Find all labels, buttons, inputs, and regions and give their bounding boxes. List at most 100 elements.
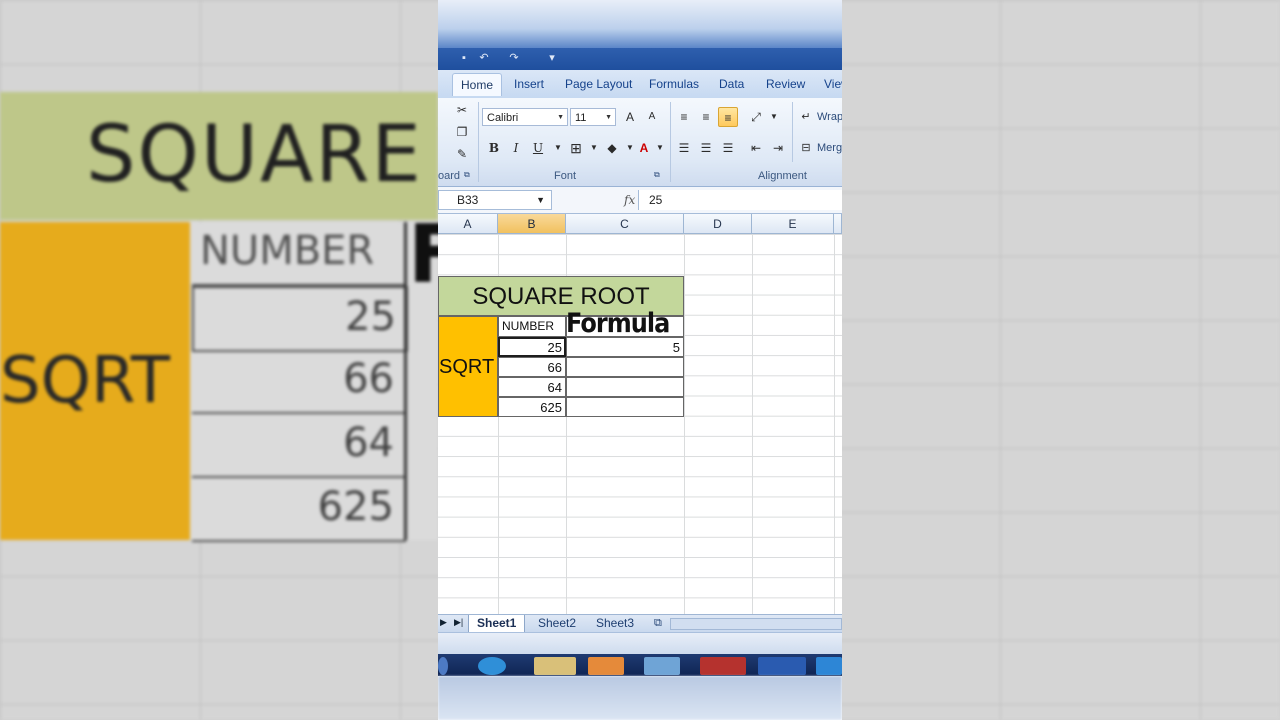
merge-button[interactable]: Merg bbox=[817, 142, 842, 154]
copy-icon[interactable]: ❐ bbox=[452, 122, 472, 142]
excel-taskbar-icon[interactable] bbox=[758, 657, 806, 675]
number-cell[interactable]: 66 bbox=[498, 357, 566, 377]
customize-icon[interactable]: ▾ bbox=[546, 52, 558, 64]
clipboard-launcher-icon[interactable]: ⧉ bbox=[464, 170, 470, 180]
column-header-e[interactable]: E bbox=[752, 214, 834, 234]
grid-line bbox=[752, 234, 753, 614]
undo-icon[interactable]: ↶ bbox=[478, 52, 490, 64]
insert-sheet-icon[interactable]: ⧉ bbox=[646, 615, 670, 632]
align-right-icon[interactable]: ☰ bbox=[718, 138, 738, 158]
font-color-label: A bbox=[639, 141, 649, 155]
tab-insert[interactable]: Insert bbox=[514, 77, 544, 91]
name-box[interactable]: B33 ▼ bbox=[438, 190, 552, 210]
horizontal-scrollbar[interactable] bbox=[670, 618, 842, 630]
italic-button[interactable]: I bbox=[506, 138, 526, 158]
sheet-tab-sheet2[interactable]: Sheet2 bbox=[530, 615, 584, 632]
wrap-text-button[interactable]: Wrap bbox=[817, 111, 842, 123]
formula-overlay-text: Formula bbox=[566, 307, 670, 339]
sqrt-label-cell[interactable]: SQRT bbox=[438, 316, 498, 417]
status-bar bbox=[438, 632, 842, 655]
grid-line bbox=[834, 234, 835, 614]
sheet-tab-sheet1[interactable]: Sheet1 bbox=[468, 615, 526, 632]
chevron-down-icon[interactable]: ▼ bbox=[548, 138, 568, 158]
font-name-combo[interactable]: Calibri ▼ bbox=[482, 108, 568, 126]
sheet-tab-bar: ▶ ▶| Sheet1 Sheet2 Sheet3 ⧉ bbox=[438, 614, 842, 633]
shrink-font-button[interactable]: A bbox=[642, 107, 662, 127]
group-alignment-label: Alignment bbox=[758, 170, 807, 182]
formula-input[interactable]: 25 bbox=[638, 190, 842, 210]
group-clipboard-label: oard bbox=[438, 170, 461, 182]
grow-font-button[interactable]: A bbox=[620, 107, 640, 127]
folder-icon[interactable] bbox=[534, 657, 576, 675]
align-middle-icon[interactable]: ≡ bbox=[696, 107, 716, 127]
font-launcher-icon[interactable]: ⧉ bbox=[654, 170, 660, 180]
merge-icon[interactable]: ⊟ bbox=[796, 138, 816, 158]
taskbar bbox=[438, 654, 842, 676]
align-left-icon[interactable]: ☰ bbox=[674, 138, 694, 158]
result-cell[interactable] bbox=[566, 377, 684, 397]
name-box-value: B33 bbox=[457, 193, 479, 207]
tab-data[interactable]: Data bbox=[719, 77, 744, 91]
app-icon[interactable] bbox=[644, 657, 680, 675]
fill-color-icon[interactable]: ◆ bbox=[602, 138, 622, 158]
next-sheet-icon[interactable]: ▶ bbox=[440, 617, 447, 628]
number-cell[interactable]: 64 bbox=[498, 377, 566, 397]
save-icon[interactable]: ▪ bbox=[458, 52, 470, 64]
tab-formulas[interactable]: Formulas bbox=[649, 77, 699, 91]
excel-window: ▪ ↶ ↷ ▾ Home Insert Page Layout Formulas… bbox=[438, 0, 842, 720]
cut-icon[interactable]: ✂ bbox=[452, 100, 472, 120]
number-cell[interactable]: 25 bbox=[498, 337, 566, 357]
start-button[interactable] bbox=[438, 657, 448, 675]
column-header-f[interactable] bbox=[834, 214, 842, 234]
chevron-down-icon[interactable]: ▼ bbox=[764, 107, 784, 127]
bottom-blur-area bbox=[438, 676, 842, 720]
format-painter-icon[interactable]: ✎ bbox=[452, 144, 472, 164]
formula-bar: B33 ▼ fx 25 bbox=[438, 187, 842, 214]
align-top-icon[interactable]: ≡ bbox=[674, 107, 694, 127]
column-header-a[interactable]: A bbox=[438, 214, 498, 234]
group-separator bbox=[792, 102, 793, 162]
redo-icon[interactable]: ↷ bbox=[508, 52, 520, 64]
tab-view[interactable]: View bbox=[824, 77, 842, 91]
tab-review[interactable]: Review bbox=[766, 77, 805, 91]
result-cell[interactable] bbox=[566, 357, 684, 377]
app-icon[interactable] bbox=[816, 657, 842, 675]
orientation-icon[interactable]: ⤢ bbox=[746, 107, 766, 127]
decrease-indent-icon[interactable]: ⇤ bbox=[746, 138, 766, 158]
align-center-icon[interactable]: ☰ bbox=[696, 138, 716, 158]
tab-home[interactable]: Home bbox=[452, 73, 503, 96]
browser-icon[interactable] bbox=[478, 657, 506, 675]
ribbon-tabs: Home Insert Page Layout Formulas Data Re… bbox=[438, 70, 842, 98]
wrap-text-icon[interactable]: ↵ bbox=[796, 107, 816, 127]
chevron-down-icon: ▼ bbox=[536, 195, 545, 205]
column-header-c[interactable]: C bbox=[566, 214, 684, 234]
group-separator bbox=[670, 102, 671, 182]
font-size-combo[interactable]: 11 ▼ bbox=[570, 108, 616, 126]
result-cell[interactable] bbox=[566, 397, 684, 417]
top-blur-area bbox=[438, 0, 842, 48]
grid-line bbox=[684, 234, 685, 614]
ribbon-home: ✂ ❐ ✎ oard ⧉ Calibri ▼ 11 ▼ A A B I U ▼ … bbox=[438, 98, 842, 187]
recorder-icon[interactable] bbox=[700, 657, 746, 675]
bold-button[interactable]: B bbox=[484, 138, 504, 158]
column-header-b[interactable]: B bbox=[498, 214, 566, 234]
borders-icon[interactable]: ⊞ bbox=[566, 138, 586, 158]
column-header-d[interactable]: D bbox=[684, 214, 752, 234]
chevron-down-icon: ▼ bbox=[605, 114, 612, 121]
media-icon[interactable] bbox=[588, 657, 624, 675]
underline-button[interactable]: U bbox=[528, 138, 548, 158]
last-sheet-icon[interactable]: ▶| bbox=[454, 617, 463, 628]
increase-indent-icon[interactable]: ⇥ bbox=[768, 138, 788, 158]
insert-function-icon[interactable]: fx bbox=[624, 193, 635, 207]
tab-page-layout[interactable]: Page Layout bbox=[565, 77, 632, 91]
font-size-value: 11 bbox=[575, 112, 587, 124]
chevron-down-icon[interactable]: ▼ bbox=[650, 138, 670, 158]
chevron-down-icon[interactable]: ▼ bbox=[584, 138, 604, 158]
align-bottom-icon[interactable]: ≡ bbox=[718, 107, 738, 127]
sheet-tab-sheet3[interactable]: Sheet3 bbox=[588, 615, 642, 632]
shrink-font-label: A bbox=[648, 111, 656, 122]
grow-font-label: A bbox=[625, 110, 634, 124]
number-cell[interactable]: 625 bbox=[498, 397, 566, 417]
number-header-cell[interactable]: NUMBER bbox=[498, 316, 566, 337]
result-cell[interactable]: 5 bbox=[566, 337, 684, 357]
